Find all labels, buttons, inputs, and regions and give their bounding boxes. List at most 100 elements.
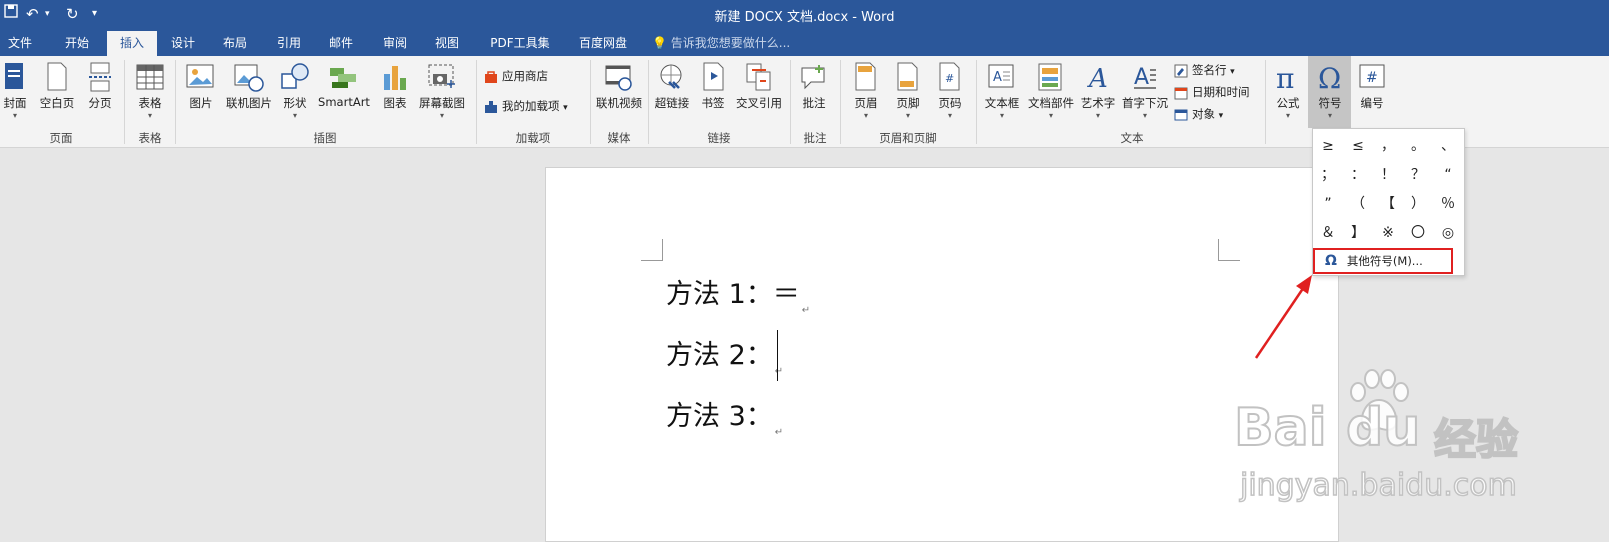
hyperlink-icon	[660, 64, 682, 89]
window-title: 新建 DOCX 文档.docx - Word	[714, 10, 895, 25]
group-separator	[976, 60, 977, 144]
symbol-cell[interactable]: ％	[1433, 189, 1463, 219]
ribbon-tabs: 文件 开始 插入 设计 布局 引用 邮件 审阅 视图 PDF工具集 百度网盘 💡…	[0, 31, 1609, 56]
quick-parts-button[interactable]: 文档部件 ▾	[1026, 62, 1076, 120]
omega-icon: Ω	[1325, 253, 1337, 269]
cover-page-icon	[5, 63, 23, 89]
tab-mailings[interactable]: 邮件	[318, 31, 364, 56]
margin-corner-mark	[1218, 239, 1240, 261]
online-picture-button[interactable]: 联机图片	[223, 62, 275, 111]
symbol-cell[interactable]: ！	[1373, 160, 1403, 190]
cover-button[interactable]: 封面 ▾	[0, 62, 30, 120]
document-page[interactable]: 方法 1：＝↵ 方法 2：↵ 方法 3：↵	[545, 167, 1339, 542]
symbol-cell[interactable]: ≤	[1343, 131, 1373, 161]
svg-text:Ω: Ω	[1318, 62, 1341, 92]
more-symbols-menu-item[interactable]: Ω 其他符号(M)...	[1313, 248, 1453, 274]
document-line[interactable]: 方法 2：↵	[666, 333, 783, 377]
shapes-icon	[281, 63, 309, 89]
screenshot-button[interactable]: 屏幕截图 ▾	[416, 62, 468, 120]
symbol-cell[interactable]: 【	[1373, 189, 1403, 219]
svg-text:A: A	[993, 70, 1002, 85]
baidu-jingyan-watermark: Bai du 经验 jingyan.baidu.com	[1233, 368, 1604, 518]
symbol-cell[interactable]: ）	[1403, 189, 1433, 219]
page-break-button[interactable]: 分页	[84, 62, 116, 111]
symbol-cell[interactable]: ＆	[1313, 218, 1343, 248]
drop-cap-button[interactable]: A 首字下沉 ▾	[1120, 62, 1170, 120]
store-icon	[485, 70, 497, 83]
symbol-cell[interactable]: 、	[1433, 131, 1463, 161]
online-video-button[interactable]: 联机视频	[593, 62, 645, 111]
picture-button[interactable]: 图片	[184, 62, 218, 111]
bookmark-icon	[703, 62, 724, 91]
symbol-cell[interactable]: ：	[1343, 160, 1373, 190]
symbol-cell[interactable]: ≥	[1313, 131, 1343, 161]
symbol-cell[interactable]: ？	[1403, 160, 1433, 190]
symbol-cell[interactable]: ；	[1313, 160, 1343, 190]
signature-line-button[interactable]: 签名行 ▾	[1174, 60, 1235, 80]
tab-baidu-netdisk[interactable]: 百度网盘	[568, 31, 638, 56]
table-button[interactable]: 表格 ▾	[133, 62, 167, 120]
svg-text:A: A	[1134, 65, 1149, 90]
chevron-down-icon: ▾	[947, 111, 952, 120]
object-button[interactable]: 对象 ▾	[1174, 104, 1223, 124]
equation-button[interactable]: π 公式 ▾	[1272, 62, 1304, 120]
tab-pdf-tools[interactable]: PDF工具集	[480, 31, 560, 56]
comment-button[interactable]: 批注	[796, 62, 832, 111]
page-number-button[interactable]: # 页码 ▾	[932, 62, 968, 120]
quick-parts-icon	[1038, 63, 1062, 91]
blank-page-button[interactable]: 空白页	[37, 62, 77, 111]
symbol-cell[interactable]: 〇	[1403, 218, 1433, 248]
app-store-button[interactable]: 应用商店	[484, 66, 548, 86]
tab-file[interactable]: 文件	[0, 31, 40, 56]
tab-home[interactable]: 开始	[54, 31, 100, 56]
symbol-button[interactable]: Ω 符号 ▾	[1310, 62, 1350, 120]
symbol-cell[interactable]: ”	[1313, 189, 1343, 219]
footer-icon	[897, 62, 918, 91]
chevron-down-icon: ▾	[999, 111, 1004, 120]
tab-insert[interactable]: 插入	[107, 31, 157, 56]
tell-me-search[interactable]: 💡 告诉我您想要做什么...	[652, 31, 790, 56]
title-bar: ↶ ▾ ↻ ▾ 新建 DOCX 文档.docx - Word	[0, 0, 1609, 31]
document-line[interactable]: 方法 3：↵	[666, 394, 783, 438]
wordart-button[interactable]: A 艺术字 ▾	[1078, 62, 1118, 120]
hyperlink-button[interactable]: 超链接	[652, 62, 692, 111]
bookmark-button[interactable]: 书签	[697, 62, 729, 111]
document-line[interactable]: 方法 1：＝↵	[666, 272, 810, 316]
symbol-cell[interactable]: “	[1433, 160, 1463, 190]
header-button[interactable]: 页眉 ▾	[848, 62, 884, 120]
paragraph-mark: ↵	[774, 427, 784, 438]
text-box-button[interactable]: A 文本框 ▾	[982, 62, 1022, 120]
online-video-icon	[605, 65, 632, 91]
symbol-cell[interactable]: ※	[1373, 218, 1403, 248]
annotation-arrow	[1254, 275, 1312, 359]
symbol-cell[interactable]: ，	[1373, 131, 1403, 161]
tab-view[interactable]: 视图	[424, 31, 470, 56]
group-label-pages: 页面	[49, 131, 73, 145]
lightbulb-icon: 💡	[652, 36, 667, 50]
table-icon	[136, 64, 164, 90]
my-addins-button[interactable]: 我的加载项 ▾	[484, 96, 568, 116]
chevron-down-icon: ▾	[863, 111, 868, 120]
tab-review[interactable]: 审阅	[372, 31, 418, 56]
smartart-button[interactable]: SmartArt	[316, 62, 372, 109]
svg-text:#: #	[1366, 70, 1378, 86]
tab-references[interactable]: 引用	[266, 31, 312, 56]
symbol-cell[interactable]: 】	[1343, 218, 1373, 248]
paragraph-mark: ↵	[801, 305, 811, 316]
shapes-button[interactable]: 形状 ▾	[280, 62, 310, 120]
numbering-button[interactable]: # 编号	[1354, 62, 1390, 111]
date-time-button[interactable]: 日期和时间	[1174, 82, 1250, 102]
cross-reference-button[interactable]: 交叉引用	[733, 62, 785, 111]
chart-button[interactable]: 图表	[378, 62, 412, 111]
pi-icon: π	[1276, 62, 1294, 92]
group-label-text: 文本	[1120, 131, 1144, 145]
symbol-dropdown: ≥ ≤ ， 。 、 ； ： ！ ？ “ ” （ 【 ） ％ ＆ 】 ※ 〇 ◎ …	[1312, 128, 1465, 276]
tab-layout[interactable]: 布局	[212, 31, 258, 56]
footer-button[interactable]: 页脚 ▾	[890, 62, 926, 120]
symbol-cell[interactable]: ◎	[1433, 218, 1463, 248]
group-separator	[476, 60, 477, 144]
tab-design[interactable]: 设计	[160, 31, 206, 56]
symbol-cell[interactable]: 。	[1403, 131, 1433, 161]
symbol-cell[interactable]: （	[1343, 189, 1373, 219]
chevron-down-icon: ▾	[905, 111, 910, 120]
